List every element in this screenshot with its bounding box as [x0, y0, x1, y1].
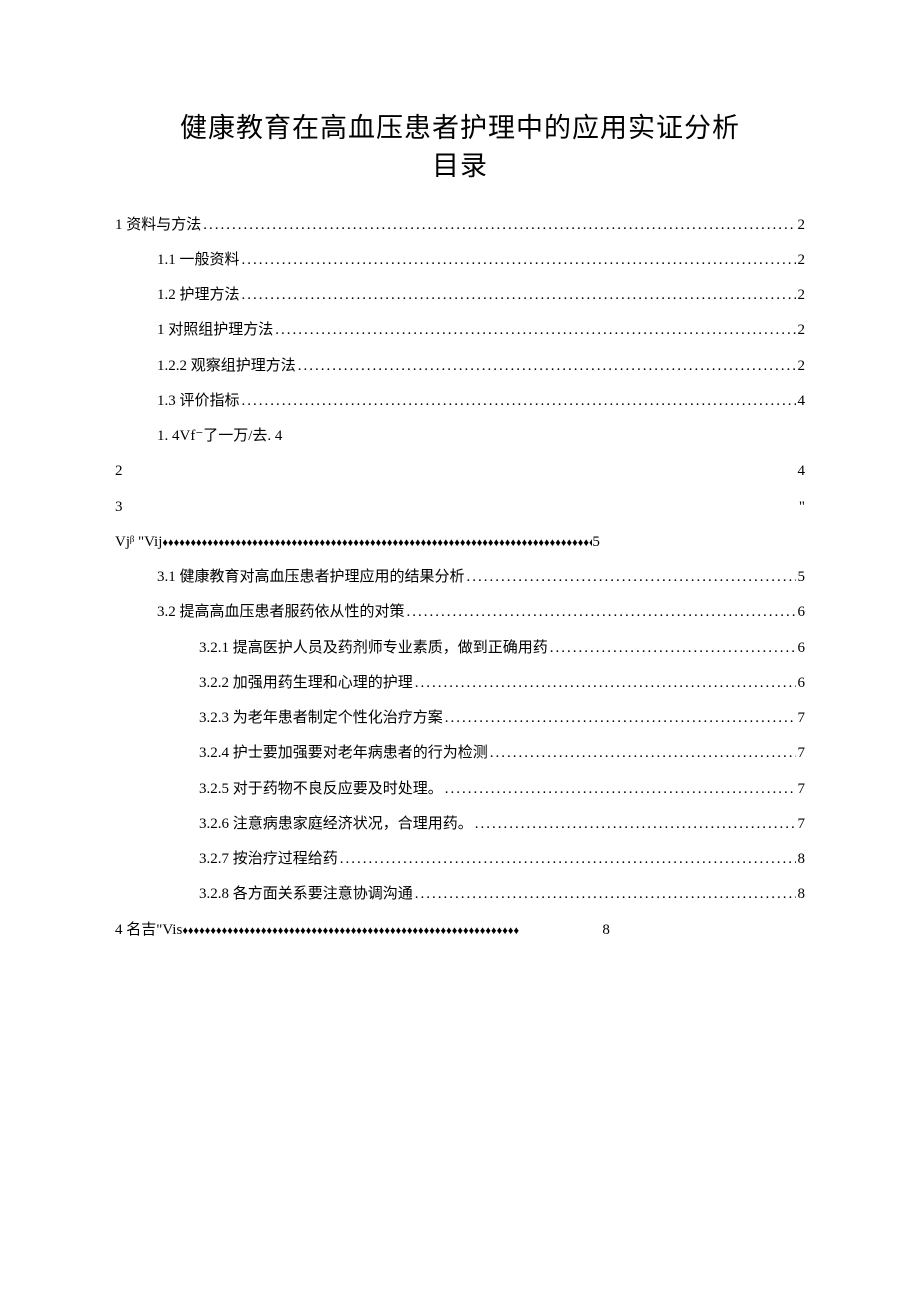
toc-page: " — [799, 490, 805, 525]
toc-label: 4 名吉"Vis — [115, 913, 182, 948]
toc-leader: ♦♦♦♦♦♦♦♦♦♦♦♦♦♦♦♦♦♦♦♦♦♦♦♦♦♦♦♦♦♦♦♦♦♦♦♦♦♦♦♦… — [182, 919, 602, 945]
toc-entry: 3.2.8 各方面关系要注意协调沟通......................… — [115, 877, 805, 912]
toc-entry: 3 " Vjᵝ "Vij♦♦♦♦♦♦♦♦♦♦♦♦♦♦♦♦♦♦♦♦♦♦♦♦♦♦♦♦♦♦… — [115, 490, 805, 561]
toc-page: 7 — [798, 772, 806, 807]
toc-leader: ........................................… — [242, 278, 796, 313]
toc-entry: 3.2.4 护士要加强要对老年病患者的行为检测.................… — [115, 736, 805, 771]
toc-entry: 3.2.7 按治疗过程给药...........................… — [115, 842, 805, 877]
toc-leader: ........................................… — [242, 384, 796, 419]
title-line-1: 健康教育在高血压患者护理中的应用实证分析 — [180, 113, 740, 143]
toc-page: 5 — [798, 560, 806, 595]
document-page: 健康教育在高血压患者护理中的应用实证分析 目录 1 资料与方法.........… — [0, 0, 920, 1028]
toc-label: Vjᵝ "Vij — [115, 525, 162, 560]
toc-page: 6 — [798, 666, 806, 701]
toc-leader: ........................................… — [415, 666, 796, 701]
toc-label: 1 对照组护理方法 — [157, 313, 273, 348]
toc-leader: ........................................… — [298, 349, 796, 384]
toc-label: 1.2 护理方法 — [157, 278, 240, 313]
toc-label: 3.2.6 注意病患家庭经济状况，合理用药。 — [199, 807, 473, 842]
toc-entry: 1.2.2 观察组护理方法...........................… — [115, 349, 805, 384]
toc-entry: 1. 4Vf⁻了一万/去. 4 — [115, 419, 805, 454]
toc-leader: ♦♦♦♦♦♦♦♦♦♦♦♦♦♦♦♦♦♦♦♦♦♦♦♦♦♦♦♦♦♦♦♦♦♦♦♦♦♦♦♦… — [162, 531, 592, 557]
toc-leader: ........................................… — [550, 631, 796, 666]
toc-label: 1.2.2 观察组护理方法 — [157, 349, 296, 384]
toc-page: 2 — [798, 349, 806, 384]
toc-leader: ........................................… — [415, 877, 796, 912]
toc-entry: 3.2.3 为老年患者制定个性化治疗方案....................… — [115, 701, 805, 736]
toc-entry: 1.1 一般资料................................… — [115, 243, 805, 278]
toc-entry: 4 名吉"Vis♦♦♦♦♦♦♦♦♦♦♦♦♦♦♦♦♦♦♦♦♦♦♦♦♦♦♦♦♦♦♦♦… — [115, 913, 805, 948]
toc-label: 3.2.8 各方面关系要注意协调沟通 — [199, 877, 413, 912]
toc-label: 2 — [115, 454, 798, 489]
toc-label: 3.2.1 提高医护人员及药剂师专业素质，做到正确用药 — [199, 631, 548, 666]
toc-leader: ........................................… — [275, 313, 795, 348]
title-line-2: 目录 — [432, 151, 488, 181]
toc-entry: 1 资料与方法.................................… — [115, 208, 805, 243]
toc-leader: ........................................… — [407, 595, 796, 630]
toc-page: 8 — [798, 842, 806, 877]
toc-page: 7 — [798, 807, 806, 842]
toc-entry: 3.1 健康教育对高血压患者护理应用的结果分析.................… — [115, 560, 805, 595]
toc-label: 3.2.5 对于药物不良反应要及时处理。 — [199, 772, 443, 807]
toc-label: 3.2.3 为老年患者制定个性化治疗方案 — [199, 701, 443, 736]
toc-label: 3 — [115, 490, 123, 525]
toc-page: 7 — [798, 701, 806, 736]
toc-entry: 3.2 提高高血压患者服药依从性的对策.....................… — [115, 595, 805, 630]
toc-page: 4 — [798, 384, 806, 419]
toc-entry: 1.3 评价指标................................… — [115, 384, 805, 419]
toc-page: 7 — [798, 736, 806, 771]
toc-label: 3.2.7 按治疗过程给药 — [199, 842, 338, 877]
toc-page: 4 — [798, 454, 806, 489]
toc-page: 2 — [798, 278, 806, 313]
toc-entry: 24 — [115, 454, 805, 489]
toc-leader: ........................................… — [445, 772, 796, 807]
document-title: 健康教育在高血压患者护理中的应用实证分析 目录 — [115, 110, 805, 186]
toc-page: 8 — [602, 913, 610, 948]
toc-leader: ........................................… — [242, 243, 796, 278]
toc-page: 8 — [798, 877, 806, 912]
toc-label: 3.2 提高高血压患者服药依从性的对策 — [157, 595, 405, 630]
toc-label: 3.1 健康教育对高血压患者护理应用的结果分析 — [157, 560, 465, 595]
toc-page: 2 — [798, 208, 806, 243]
toc-leader: ........................................… — [203, 208, 795, 243]
toc-label: 1.1 一般资料 — [157, 243, 240, 278]
toc-entry: 3.2.5 对于药物不良反应要及时处理。....................… — [115, 772, 805, 807]
toc-entry: 3.2.2 加强用药生理和心理的护理......................… — [115, 666, 805, 701]
toc-leader: ........................................… — [467, 560, 796, 595]
toc-label: 1 资料与方法 — [115, 208, 201, 243]
table-of-contents: 1 资料与方法.................................… — [115, 208, 805, 948]
toc-page: 2 — [798, 243, 806, 278]
toc-entry: 1 对照组护理方法...............................… — [115, 313, 805, 348]
toc-page: 6 — [798, 631, 806, 666]
toc-leader: ........................................… — [340, 842, 796, 877]
toc-leader: ........................................… — [445, 701, 796, 736]
toc-label: 3.2.2 加强用药生理和心理的护理 — [199, 666, 413, 701]
toc-label: 1. 4Vf⁻了一万/去. 4 — [157, 419, 282, 454]
toc-label: 1.3 评价指标 — [157, 384, 240, 419]
toc-label: 3.2.4 护士要加强要对老年病患者的行为检测 — [199, 736, 488, 771]
toc-leader: ........................................… — [475, 807, 796, 842]
toc-page: 2 — [798, 313, 806, 348]
toc-page: 6 — [798, 595, 806, 630]
toc-leader: ........................................… — [490, 736, 796, 771]
toc-entry: 1.2 护理方法................................… — [115, 278, 805, 313]
toc-page: 5 — [592, 525, 600, 560]
toc-entry: 3.2.1 提高医护人员及药剂师专业素质，做到正确用药.............… — [115, 631, 805, 666]
toc-entry: 3.2.6 注意病患家庭经济状况，合理用药。..................… — [115, 807, 805, 842]
